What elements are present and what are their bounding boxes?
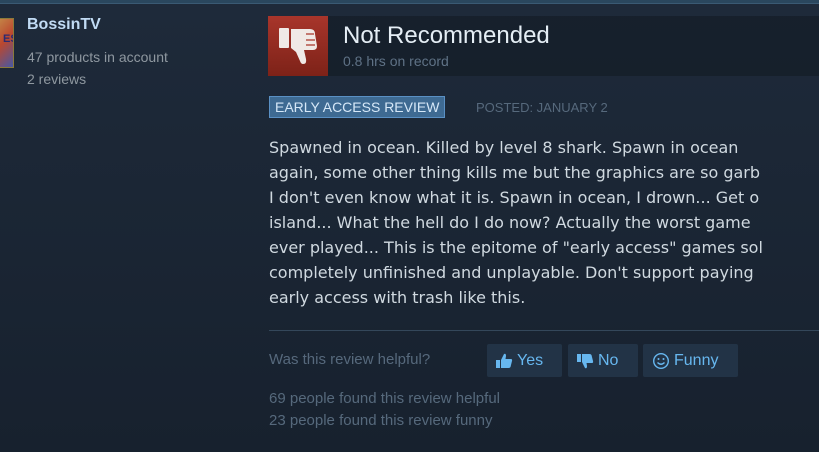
review-line: ever played... This is the epitome of "e… bbox=[269, 238, 763, 257]
author-reviews-count[interactable]: 2 reviews bbox=[27, 71, 86, 87]
review-line: Spawned in ocean. Killed by level 8 shar… bbox=[269, 138, 739, 157]
smiley-icon bbox=[652, 352, 670, 370]
posted-date: POSTED: JANUARY 2 bbox=[476, 100, 608, 115]
review-line: island... What the hell do I do now? Act… bbox=[269, 213, 751, 232]
content-divider bbox=[269, 330, 819, 331]
thumbs-down-small-icon bbox=[576, 353, 594, 369]
thumbs-up-icon bbox=[495, 353, 513, 369]
review-line: I don't even know what it is. Spawn in o… bbox=[269, 188, 760, 207]
vote-no-button[interactable]: No bbox=[568, 344, 638, 377]
vote-no-label: No bbox=[598, 352, 619, 369]
avatar[interactable]: ES bbox=[0, 18, 14, 68]
review-line: again, some other thing kills me but the… bbox=[269, 163, 761, 182]
early-access-badge: EARLY ACCESS REVIEW bbox=[269, 96, 446, 118]
recommendation-title: Not Recommended bbox=[343, 22, 550, 49]
funny-count: 23 people found this review funny bbox=[269, 412, 493, 429]
vote-funny-button[interactable]: Funny bbox=[643, 344, 738, 377]
recommendation-header: Not Recommended 0.8 hrs on record bbox=[268, 16, 819, 76]
vote-yes-button[interactable]: Yes bbox=[487, 344, 562, 377]
review-line: completely unfinished and unplayable. Do… bbox=[269, 263, 754, 282]
avatar-text: ES bbox=[3, 33, 13, 45]
top-divider bbox=[0, 0, 819, 4]
helpful-count: 69 people found this review helpful bbox=[269, 390, 500, 407]
review-line: early access with trash like this. bbox=[269, 288, 526, 307]
author-name[interactable]: BossinTV bbox=[27, 16, 101, 34]
review-text: Spawned in ocean. Killed by level 8 shar… bbox=[269, 135, 819, 310]
hours-on-record: 0.8 hrs on record bbox=[343, 53, 449, 69]
helpful-question: Was this review helpful? bbox=[269, 351, 431, 368]
author-products-count[interactable]: 47 products in account bbox=[27, 49, 168, 65]
vote-yes-label: Yes bbox=[517, 352, 544, 369]
vote-funny-label: Funny bbox=[674, 352, 719, 369]
thumbs-down-icon bbox=[268, 16, 328, 76]
review-page: ES BossinTV 47 products in account 2 rev… bbox=[0, 0, 819, 452]
